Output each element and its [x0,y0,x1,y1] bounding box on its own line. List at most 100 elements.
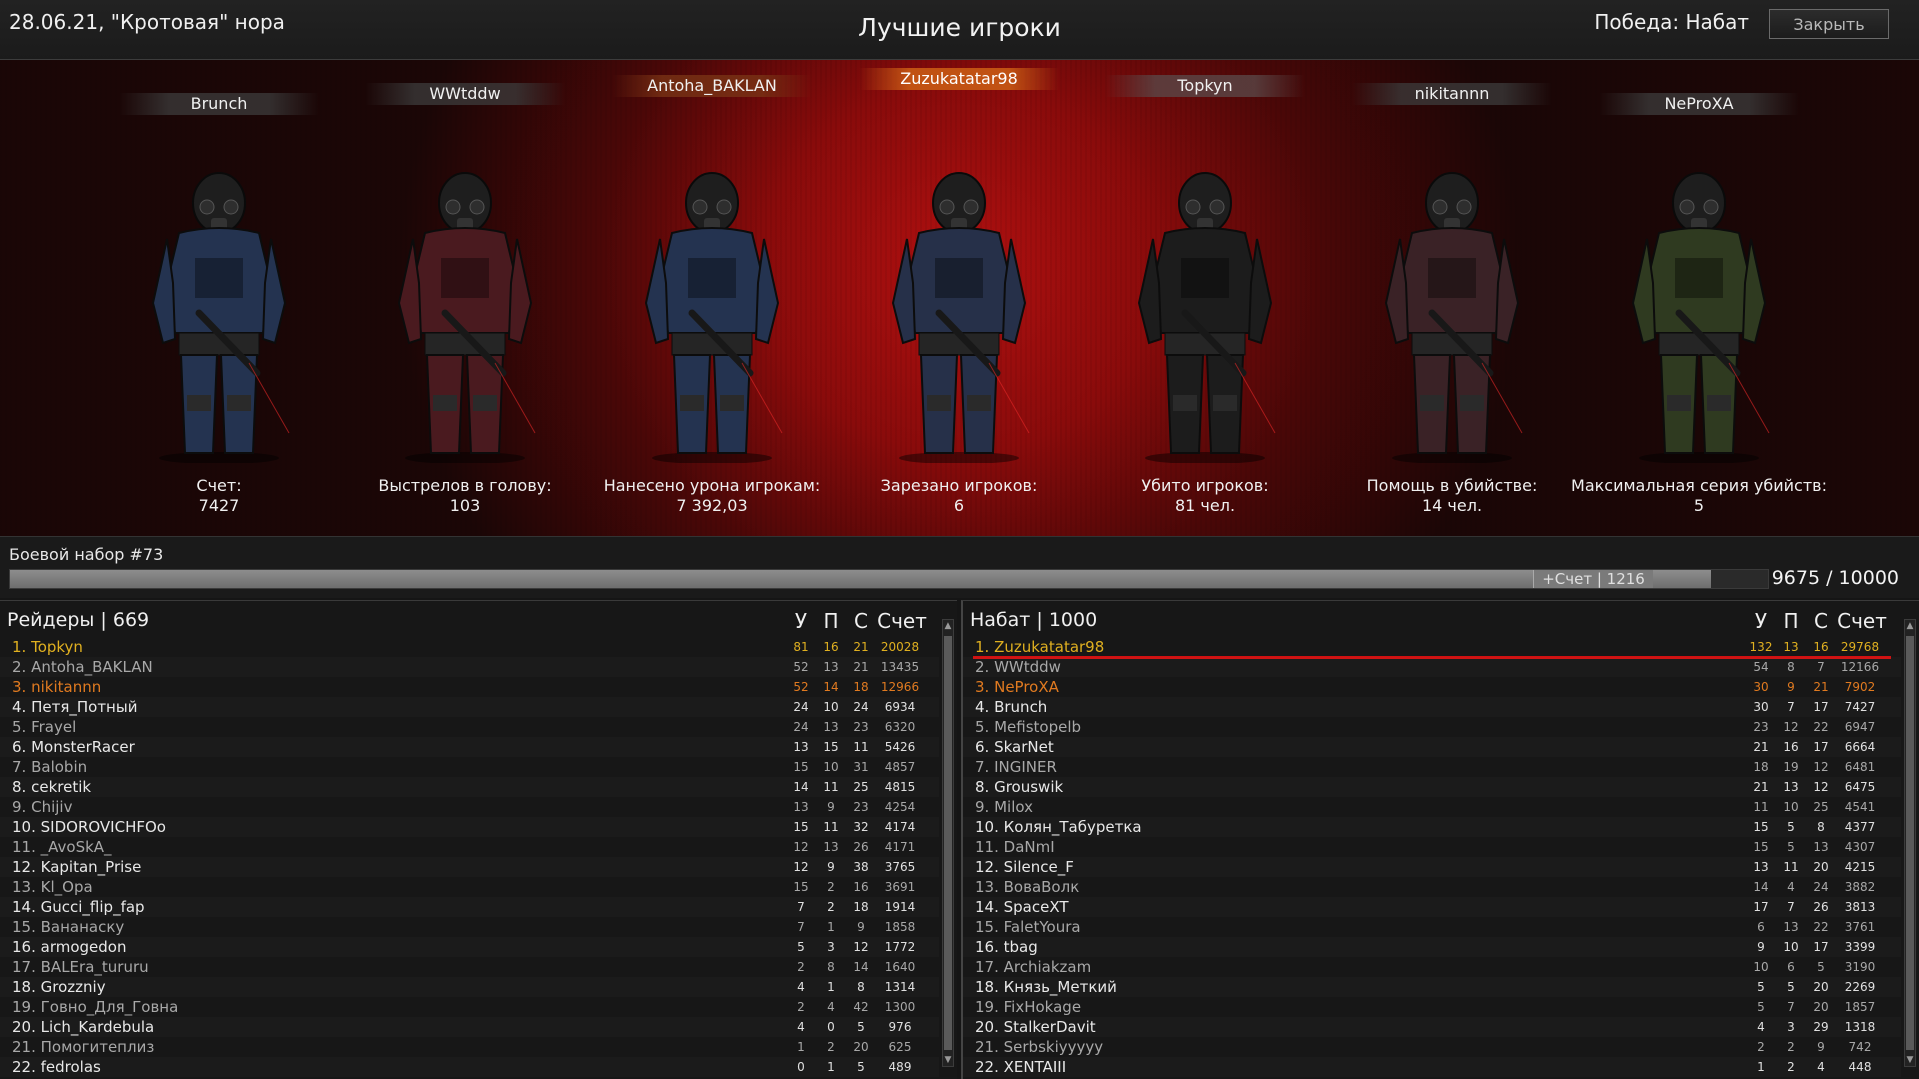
table-row[interactable]: 2. WWtddw 54 8 7 12166 [963,657,1901,677]
podium-player: Zuzukatatar98 Зарезано игроков: 6 [839,60,1079,536]
table-row[interactable]: 5. Frayel 24 13 23 6320 [0,717,939,737]
scrollbar-thumb[interactable] [944,636,952,1050]
podium-player: WWtddw Выстрелов в голову: 103 [345,60,585,536]
player-name: 17. Archiakzam [975,957,1091,977]
player-nickname: Topkyn [31,638,83,656]
podium-player-name: Zuzukatatar98 [859,68,1059,90]
player-nickname: _AvoSkA_ [40,838,112,856]
player-name: 19. FixHokage [975,997,1081,1017]
table-row[interactable]: 19. FixHokage 5 7 20 1857 [963,997,1901,1017]
combat-kit-total: 9675 / 10000 [1771,567,1899,589]
table-row[interactable]: 3. NeProXA 30 9 21 7902 [963,677,1901,697]
column-score[interactable]: Счет [1832,609,1892,633]
table-row[interactable]: 12. Silence_F 13 11 20 4215 [963,857,1901,877]
table-row[interactable]: 15. Вананаску 7 1 9 1858 [0,917,939,937]
player-rank: 17. [12,958,36,976]
scrollbar[interactable]: ▲ ▼ [1904,619,1916,1067]
podium-stat-label: Выстрелов в голову: [378,476,552,495]
table-row[interactable]: 8. Grouswik 21 13 12 6475 [963,777,1901,797]
table-row[interactable]: 10. Колян_Табуретка 15 5 8 4377 [963,817,1901,837]
table-row[interactable]: 7. Balobin 15 10 31 4857 [0,757,939,777]
table-row[interactable]: 22. XENTAIII 1 2 4 448 [963,1057,1901,1077]
table-row[interactable]: 17. BALEra_tururu 2 8 14 1640 [0,957,939,977]
player-rank: 1. [12,638,27,656]
scrollbar[interactable]: ▲ ▼ [942,619,954,1067]
table-row[interactable]: 18. Grozzniy 4 1 8 1314 [0,977,939,997]
podium-stat-value: 5 [1693,496,1705,515]
player-name: 18. Князь_Меткий [975,977,1117,997]
column-score[interactable]: Счет [872,609,932,633]
close-button[interactable]: Закрыть [1769,9,1889,39]
table-row[interactable]: 10. SIDOROVICHFOo 15 11 32 4174 [0,817,939,837]
table-row[interactable]: 21. Serbskiyyyyy 2 2 9 742 [963,1037,1901,1057]
table-row[interactable]: 13. ВоваВолк 14 4 24 3882 [963,877,1901,897]
player-nickname: Mefistopelb [994,718,1082,736]
table-row[interactable]: 11. DaNmI 15 5 13 4307 [963,837,1901,857]
score-cell: 3882 [1844,880,1876,894]
podium-stat-label: Счет: [196,476,242,495]
table-row[interactable]: 21. Помогитеплиз 1 2 20 625 [0,1037,939,1057]
scroll-up-icon[interactable]: ▲ [1905,620,1915,632]
table-row[interactable]: 6. MonsterRacer 13 15 11 5426 [0,737,939,757]
table-row[interactable]: 19. Говно_Для_Говна 2 4 42 1300 [0,997,939,1017]
player-avatar-soldier [1384,172,1523,463]
table-row[interactable]: 6. SkarNet 21 16 17 6664 [963,737,1901,757]
player-name: 7. INGINER [975,757,1057,777]
table-row[interactable]: 12. Kapitan_Prise 12 9 38 3765 [0,857,939,877]
player-name: 1. Zuzukatatar98 [975,637,1104,657]
table-row[interactable]: 7. INGINER 18 19 12 6481 [963,757,1901,777]
table-row[interactable]: 20. Lich_Kardebula 4 0 5 976 [0,1017,939,1037]
podium-stat-value: 14 чел. [1421,496,1483,515]
table-row[interactable]: 4. Петя_Потный 24 10 24 6934 [0,697,939,717]
table-row[interactable]: 2. Antoha_BAKLAN 52 13 21 13435 [0,657,939,677]
table-row[interactable]: 14. SpaceXT 17 7 26 3813 [963,897,1901,917]
score-cell: 3399 [1844,940,1876,954]
player-rank: 15. [12,918,36,936]
player-name: 13. ВоваВолк [975,877,1079,897]
scrollbar-thumb[interactable] [1906,636,1914,1050]
score-cell: 1318 [1844,1020,1876,1034]
table-row[interactable]: 11. _AvoSkA_ 12 13 26 4171 [0,837,939,857]
table-row[interactable]: 15. FaletYoura 6 13 22 3761 [963,917,1901,937]
table-row[interactable]: 13. Kl_Opa 15 2 16 3691 [0,877,939,897]
table-row[interactable]: 1. Topkyn 81 16 21 20028 [0,637,939,657]
player-rank: 8. [975,778,990,796]
table-row[interactable]: 20. StalkerDavit 4 3 29 1318 [963,1017,1901,1037]
player-name: 18. Grozzniy [12,977,106,997]
player-rank: 13. [975,878,999,896]
table-row[interactable]: 14. Gucci_flip_fap 7 2 18 1914 [0,897,939,917]
table-row[interactable]: 9. Milox 11 10 25 4541 [963,797,1901,817]
table-row[interactable]: 3. nikitannn 52 14 18 12966 [0,677,939,697]
scroll-up-icon[interactable]: ▲ [943,620,953,632]
table-row[interactable]: 16. tbag 9 10 17 3399 [963,937,1901,957]
player-nickname: NeProXA [994,678,1059,696]
table-row[interactable]: 22. fedrolas 0 1 5 489 [0,1057,939,1077]
player-name: 10. SIDOROVICHFOo [12,817,166,837]
player-rank: 18. [975,978,999,996]
player-name: 3. NeProXA [975,677,1059,697]
player-rank: 2. [12,658,27,676]
table-row[interactable]: 9. Chijiv 13 9 23 4254 [0,797,939,817]
player-nickname: FaletYoura [1003,918,1081,936]
table-row[interactable]: 5. Mefistopelb 23 12 22 6947 [963,717,1901,737]
score-cell: 448 [1848,1060,1872,1074]
player-nickname: StalkerDavit [1003,1018,1096,1036]
player-name: 5. Frayel [12,717,76,737]
player-name: 4. Петя_Потный [12,697,137,717]
player-name: 15. FaletYoura [975,917,1081,937]
table-row[interactable]: 1. Zuzukatatar98 132 13 16 29768 [963,637,1901,659]
table-row[interactable]: 18. Князь_Меткий 5 5 20 2269 [963,977,1901,997]
table-row[interactable]: 4. Brunch 30 7 17 7427 [963,697,1901,717]
podium-stat-value: 103 [449,496,481,515]
score-cell: 1914 [884,900,916,914]
player-nickname: Antoha_BAKLAN [31,658,153,676]
player-nickname: Помогитеплиз [40,1038,155,1056]
scroll-down-icon[interactable]: ▼ [1905,1054,1915,1066]
team-header: Рейдеры | 669 У П С Счет [0,609,957,635]
table-row[interactable]: 8. cekretik 14 11 25 4815 [0,777,939,797]
table-row[interactable]: 17. Archiakzam 10 6 5 3190 [963,957,1901,977]
podium-player: Brunch Счет: 7427 [99,60,339,536]
table-row[interactable]: 16. armogedon 5 3 12 1772 [0,937,939,957]
header-bar: 28.06.21, "Кротовая" нора Лучшие игроки … [0,0,1919,60]
scroll-down-icon[interactable]: ▼ [943,1054,953,1066]
